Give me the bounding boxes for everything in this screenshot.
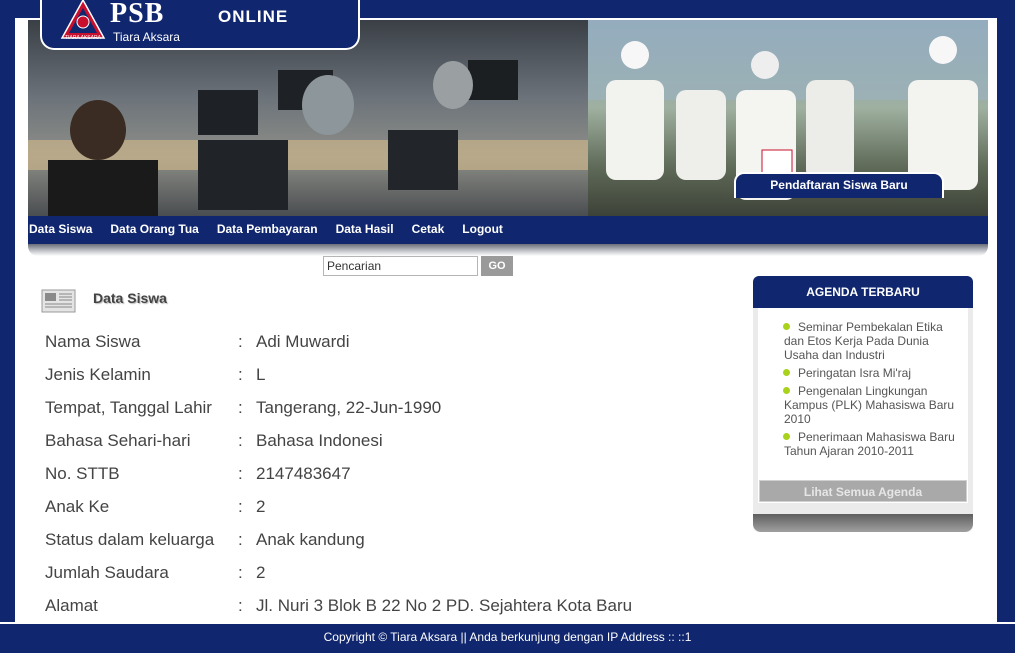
agenda-item-text[interactable]: Pengenalan Lingkungan Kampus (PLK) Mahas… (784, 384, 964, 426)
tiara-aksara-emblem-icon: TIARA AKSARA (60, 0, 106, 41)
nav-data-hasil[interactable]: Data Hasil (336, 222, 394, 236)
field-value: Jl. Nuri 3 Blok B 22 No 2 PD. Sejahtera … (256, 596, 633, 615)
field-colon: : (238, 332, 243, 351)
field-value: 2 (256, 563, 266, 582)
main-menu: Data Siswa Data Orang Tua Data Pembayara… (29, 222, 503, 236)
nav-data-siswa[interactable]: Data Siswa (29, 222, 92, 236)
search-go-button[interactable]: GO (481, 256, 513, 276)
nav-cetak[interactable]: Cetak (412, 222, 445, 236)
field-value: L (256, 365, 266, 384)
bullet-icon (783, 387, 790, 394)
field-label: Bahasa Sehari-hari (45, 431, 191, 450)
navbar-shadow (28, 244, 988, 256)
nav-data-pembayaran[interactable]: Data Pembayaran (217, 222, 318, 236)
agenda-item[interactable]: Peringatan Isra Mi'raj (783, 366, 964, 380)
agenda-item[interactable]: Penerimaan Mahasiswa Baru Tahun Ajaran 2… (783, 430, 964, 458)
field-value: Tangerang, 22-Jun-1990 (256, 398, 442, 417)
field-colon: : (238, 497, 243, 516)
footer-copyright: Copyright © Tiara Aksara || Anda berkunj… (0, 622, 1015, 653)
bullet-icon (783, 433, 790, 440)
field-colon: : (238, 398, 243, 417)
nav-logout[interactable]: Logout (462, 222, 503, 236)
agenda-content: Seminar Pembekalan Etika dan Etos Kerja … (758, 308, 968, 503)
bullet-icon (783, 369, 790, 376)
see-all-agenda-button[interactable]: Lihat Semua Agenda (759, 480, 967, 502)
field-label: Nama Siswa (45, 332, 141, 351)
field-colon: : (238, 563, 243, 582)
agenda-item[interactable]: Seminar Pembekalan Etika dan Etos Kerja … (783, 320, 964, 362)
agenda-panel-footer (753, 514, 973, 532)
emblem-text: TIARA AKSARA (65, 35, 102, 41)
field-colon: : (238, 464, 243, 483)
newspaper-icon (41, 289, 76, 313)
field-label: Status dalam keluarga (45, 530, 215, 549)
field-colon: : (238, 431, 243, 450)
registration-tab[interactable]: Pendaftaran Siswa Baru (734, 172, 944, 198)
field-value: Adi Muwardi (256, 332, 350, 351)
field-colon: : (238, 365, 243, 384)
logo-brand: PSB (110, 0, 165, 29)
field-label: Alamat (45, 596, 98, 615)
field-value: Anak kandung (256, 530, 365, 549)
agenda-list: Seminar Pembekalan Etika dan Etos Kerja … (783, 320, 964, 462)
agenda-item-text[interactable]: Penerimaan Mahasiswa Baru Tahun Ajaran 2… (784, 430, 964, 458)
field-label: Anak Ke (45, 497, 110, 516)
field-colon: : (238, 530, 243, 549)
nav-data-orang-tua[interactable]: Data Orang Tua (110, 222, 198, 236)
field-label: Jenis Kelamin (45, 365, 151, 384)
field-value: 2 (256, 497, 266, 516)
field-value: Bahasa Indonesi (256, 431, 383, 450)
agenda-item-text[interactable]: Seminar Pembekalan Etika dan Etos Kerja … (784, 320, 964, 362)
field-label: Tempat, Tanggal Lahir (45, 398, 212, 417)
agenda-item[interactable]: Pengenalan Lingkungan Kampus (PLK) Mahas… (783, 384, 964, 426)
bullet-icon (783, 323, 790, 330)
agenda-title: AGENDA TERBARU (753, 276, 973, 308)
site-logo[interactable]: TIARA AKSARA PSB ONLINE Tiara Aksara (40, 0, 360, 50)
agenda-item-text[interactable]: Peringatan Isra Mi'raj (784, 366, 964, 380)
field-value: 2147483647 (256, 464, 351, 483)
logo-subtitle: Tiara Aksara (113, 30, 180, 44)
logo-online: ONLINE (218, 7, 289, 26)
agenda-panel: AGENDA TERBARU Seminar Pembekalan Etika … (753, 276, 973, 532)
field-label: Jumlah Saudara (45, 563, 169, 582)
field-colon: : (238, 596, 243, 615)
field-label: No. STTB (45, 464, 120, 483)
search-input[interactable] (323, 256, 478, 276)
page-title: Data Siswa (93, 290, 167, 306)
